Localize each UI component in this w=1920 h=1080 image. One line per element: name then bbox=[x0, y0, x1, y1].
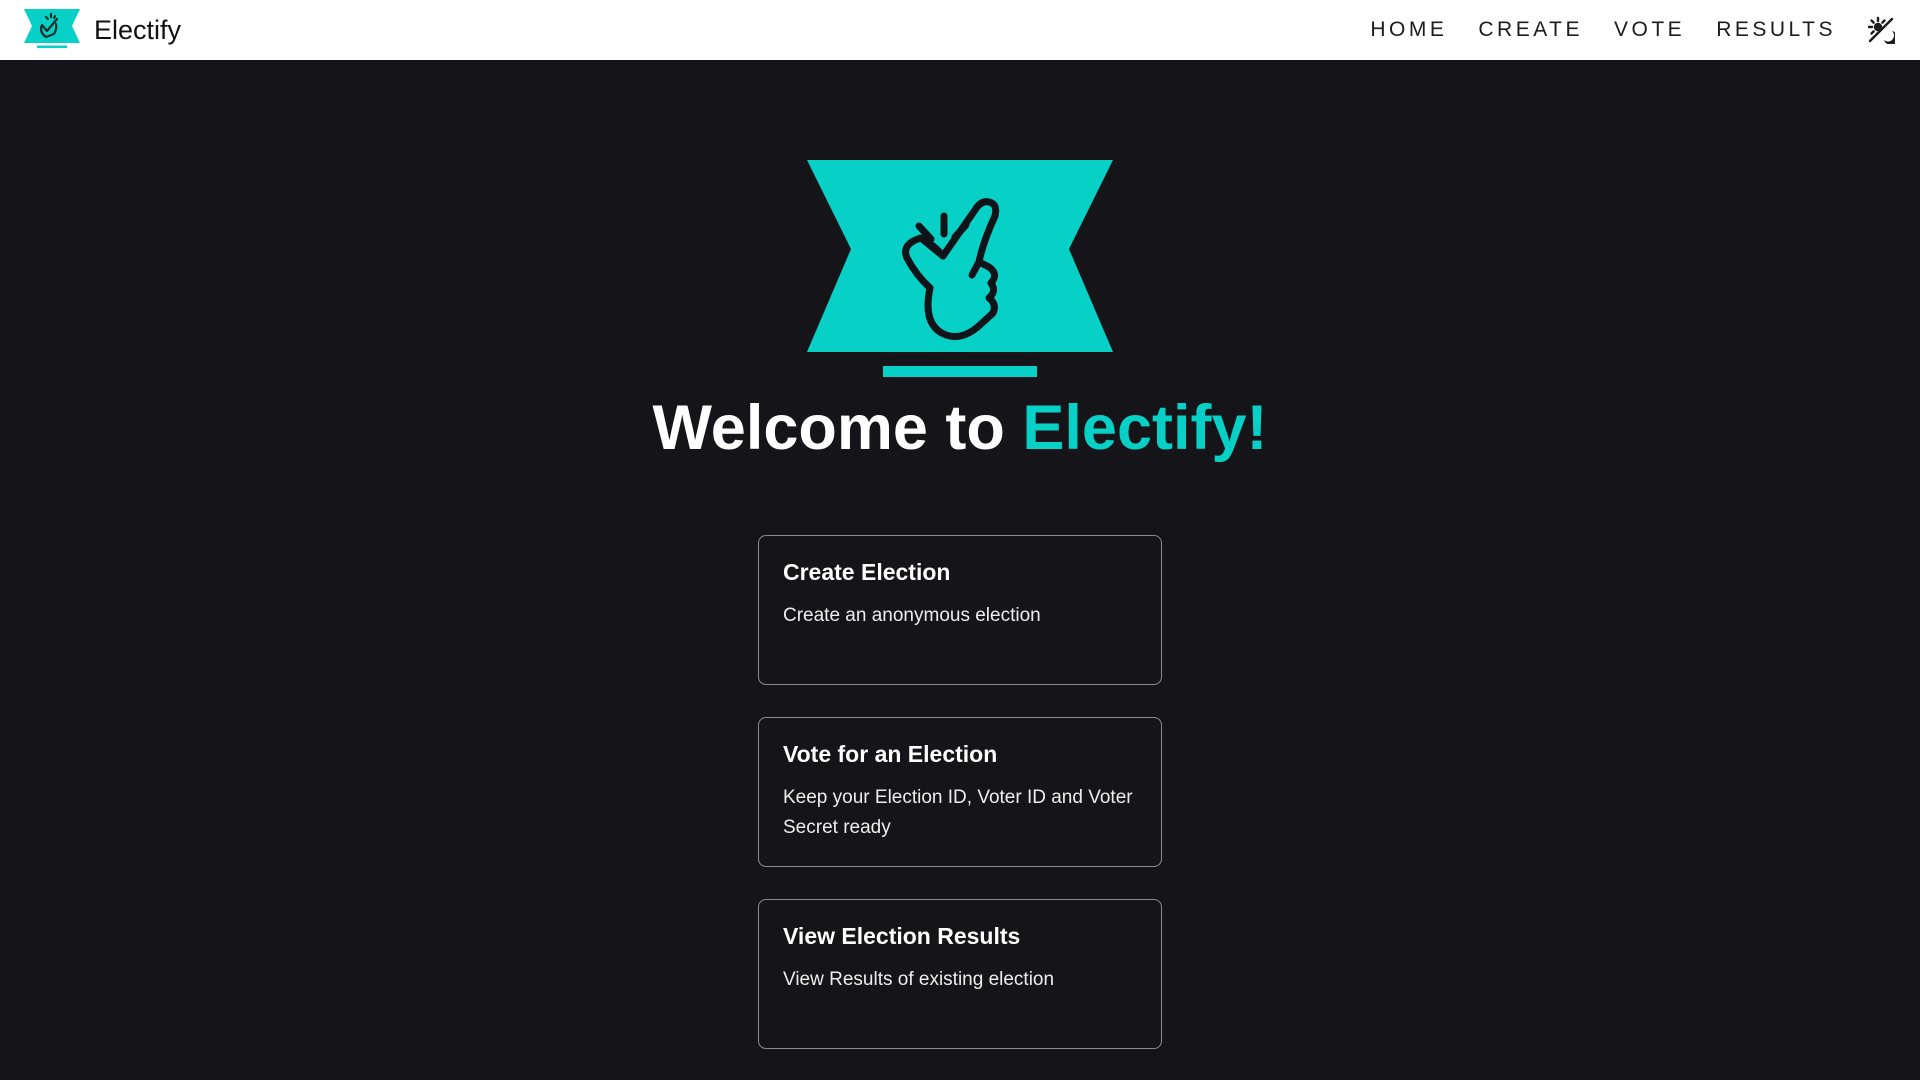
app-name: Electify bbox=[94, 14, 182, 45]
theme-toggle-icon bbox=[1867, 16, 1895, 44]
card-description: Keep your Election ID, Voter ID and Vote… bbox=[783, 787, 1133, 839]
view-results-card[interactable]: View Election Results View Results of ex… bbox=[758, 899, 1162, 1049]
vote-election-card[interactable]: Vote for an Election Keep your Election … bbox=[758, 717, 1162, 867]
app-logo-icon bbox=[24, 7, 80, 54]
welcome-app-name: Electify! bbox=[1022, 393, 1268, 463]
card-description: View Results of existing election bbox=[783, 969, 1055, 991]
welcome-heading: Welcome to Electify! bbox=[0, 392, 1920, 464]
card-title: Vote for an Election bbox=[783, 741, 998, 767]
top-navbar: Electify HOME CREATE VOTE RESULTS bbox=[0, 0, 1920, 60]
nav-create[interactable]: CREATE bbox=[1478, 18, 1583, 42]
snap-finger-icon bbox=[807, 160, 1113, 377]
nav-home[interactable]: HOME bbox=[1370, 18, 1447, 42]
nav-results[interactable]: RESULTS bbox=[1716, 18, 1836, 42]
create-election-card[interactable]: Create Election Create an anonymous elec… bbox=[758, 535, 1162, 685]
nav-vote[interactable]: VOTE bbox=[1614, 18, 1685, 42]
brand-home-link[interactable]: Electify bbox=[24, 7, 181, 54]
hero-logo bbox=[803, 158, 1117, 380]
theme-toggle-button[interactable] bbox=[1866, 15, 1896, 45]
main-nav: HOME CREATE VOTE RESULTS bbox=[1339, 15, 1896, 45]
card-description: Create an anonymous election bbox=[783, 605, 1041, 627]
card-title: View Election Results bbox=[783, 923, 1021, 949]
card-title: Create Election bbox=[783, 559, 951, 585]
welcome-prefix: Welcome to bbox=[652, 393, 1023, 463]
